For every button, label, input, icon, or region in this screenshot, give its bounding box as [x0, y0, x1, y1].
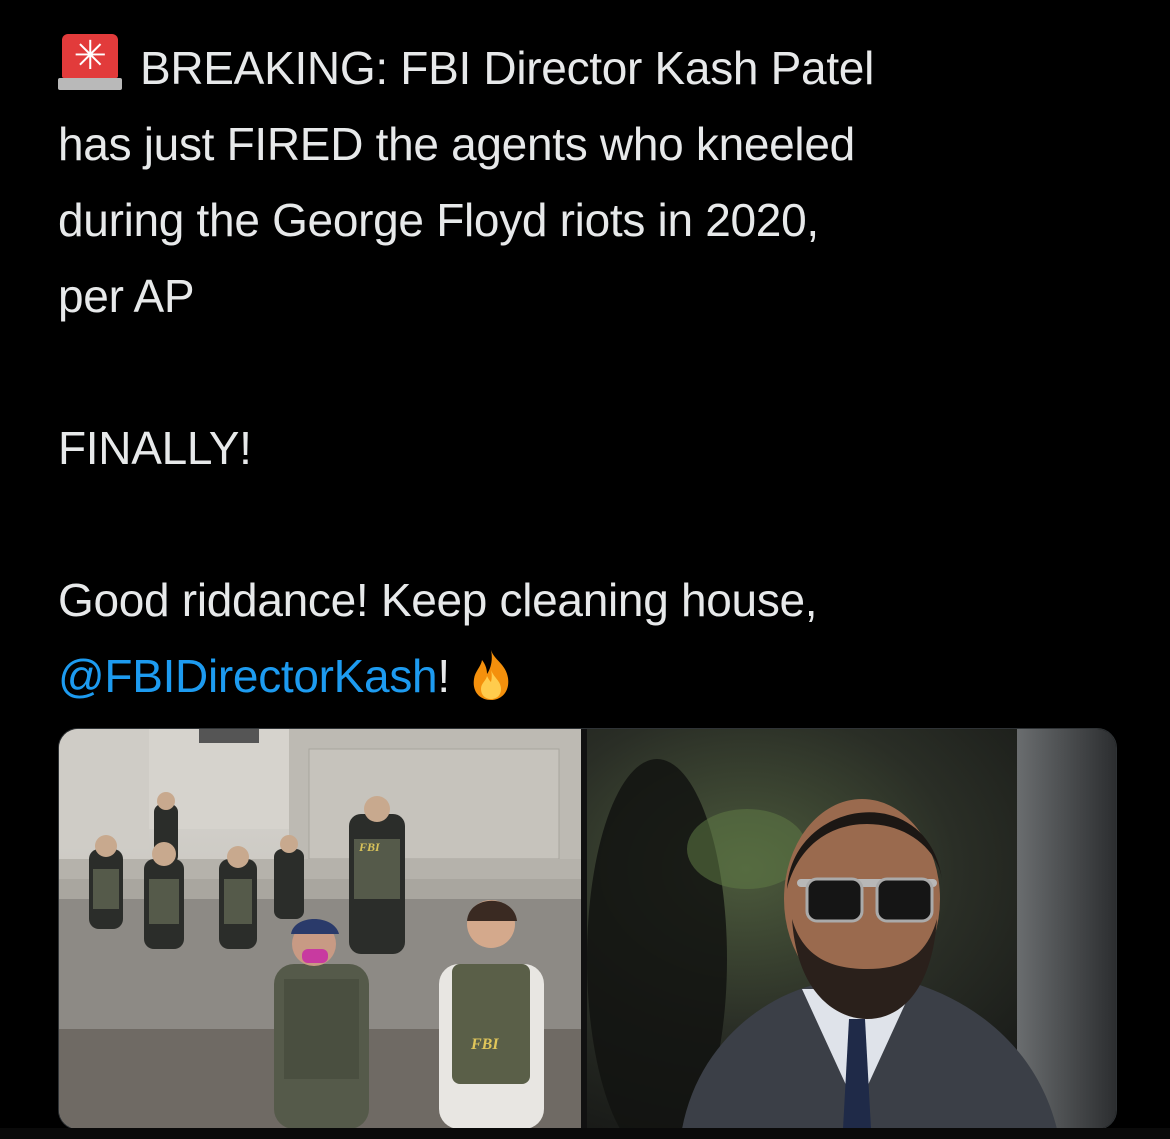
- vest-text: FBI: [358, 840, 381, 854]
- tweet-text-line: has just FIRED the agents who kneeled: [58, 118, 855, 170]
- tweet-line-1: ✳ BREAKING: FBI Director Kash Patel: [58, 30, 1138, 106]
- tweet-text-line: during the George Floyd riots in 2020,: [58, 194, 819, 246]
- tweet-line-mention: @FBIDirectorKash!: [58, 638, 1138, 714]
- vest-text: FBI: [470, 1036, 499, 1053]
- bottom-divider: [0, 1128, 1170, 1139]
- rotating-light-icon: ✳: [58, 34, 122, 92]
- tweet-text-line: Good riddance! Keep cleaning house,: [58, 574, 818, 626]
- tweet-text-line: BREAKING: FBI Director Kash Patel: [140, 42, 875, 94]
- tweet-text-line: per AP: [58, 270, 195, 322]
- tweet-text: ✳ BREAKING: FBI Director Kash Patel has j…: [58, 30, 1138, 714]
- photo-kash-patel[interactable]: [587, 729, 1116, 1129]
- tweet-post: ✳ BREAKING: FBI Director Kash Patel has j…: [0, 0, 1170, 1139]
- tweet-text-line: FINALLY!: [58, 422, 252, 474]
- photo-agents-kneeling[interactable]: FBI FBI: [59, 729, 581, 1129]
- media-grid[interactable]: FBI FBI: [58, 728, 1117, 1130]
- mention-link[interactable]: @FBIDirectorKash: [58, 650, 438, 702]
- fire-icon: [473, 650, 509, 700]
- tweet-text-exclamation: !: [437, 650, 450, 702]
